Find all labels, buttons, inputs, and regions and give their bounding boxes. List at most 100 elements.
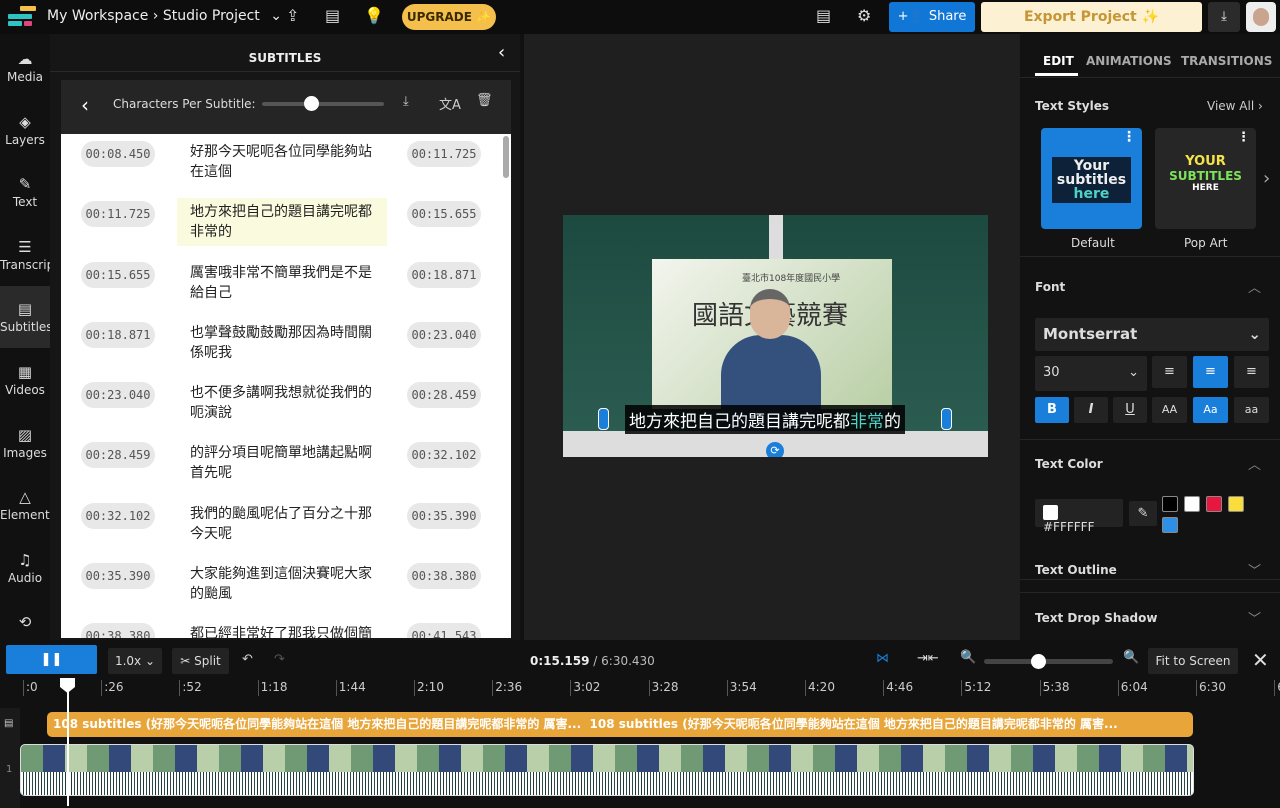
chevron-right-icon[interactable]: › <box>1263 168 1270 189</box>
sidebar-item-transcript[interactable]: ☰ Transcript <box>0 224 59 286</box>
undo-icon[interactable]: ↶ <box>242 652 253 667</box>
uppercase-button[interactable]: AA <box>1152 397 1187 423</box>
font-size-select[interactable]: 30 ⌄ <box>1035 356 1147 391</box>
avatar[interactable] <box>1246 2 1276 32</box>
chevron-down-icon[interactable]: ﹀ <box>1248 560 1261 579</box>
gear-icon[interactable]: ⚙ <box>857 6 871 25</box>
start-time[interactable]: 00:11.725 <box>81 201 155 228</box>
more-icon[interactable]: ⋮ <box>1122 130 1136 144</box>
sidebar-item-subtitles[interactable]: ▤ Subtitles <box>0 286 53 349</box>
align-right-button[interactable]: ≡ <box>1234 356 1269 388</box>
titlecase-button[interactable]: Aa <box>1193 397 1228 423</box>
underline-button[interactable]: U <box>1113 397 1147 423</box>
video-track-clip[interactable] <box>20 744 1194 796</box>
end-time[interactable]: 00:41.543 <box>407 623 481 638</box>
subtitle-text[interactable]: 好那今天呢呃各位同學能夠站在這個 <box>177 138 387 186</box>
chevron-down-icon[interactable]: ⌄ <box>270 8 282 24</box>
zoom-slider[interactable] <box>984 654 1113 669</box>
subtitle-row[interactable]: 00:15.655 厲害哦非常不簡單我們是不是給自己 00:18.871 <box>61 255 511 315</box>
text-shadow-heading[interactable]: Text Drop Shadow <box>1035 611 1157 625</box>
color-swatch[interactable] <box>1228 496 1244 512</box>
back-icon[interactable]: ‹ <box>81 93 89 117</box>
end-time[interactable]: 00:28.459 <box>407 382 481 409</box>
close-icon[interactable]: ✕ <box>1252 648 1269 672</box>
upload-icon[interactable]: ⇪ <box>286 6 299 25</box>
subtitle-text[interactable]: 也不便多講啊我想就從我們的呃演說 <box>177 379 387 427</box>
start-time[interactable]: 00:23.040 <box>81 382 155 409</box>
share-button[interactable]: +👤 Share <box>889 2 975 32</box>
start-time[interactable]: 00:38.380 <box>81 623 155 638</box>
speed-select[interactable]: 1.0x ⌄ <box>108 648 162 674</box>
slider-knob[interactable] <box>303 96 319 111</box>
redo-icon[interactable]: ↷ <box>274 652 285 667</box>
split-button[interactable]: ✂ Split <box>172 648 229 674</box>
zoom-in-icon[interactable]: 🔍 <box>1123 650 1139 665</box>
end-time[interactable]: 00:15.655 <box>407 201 481 228</box>
style-pop-art[interactable]: YOUR SUBTITLES HERE ⋮ <box>1155 128 1256 229</box>
sidebar-item-text[interactable]: ✎ Text <box>0 161 50 223</box>
subtitle-row[interactable]: 00:08.450 好那今天呢呃各位同學能夠站在這個 00:11.725 <box>61 134 511 194</box>
end-time[interactable]: 00:38.380 <box>407 563 481 590</box>
scrollbar[interactable] <box>503 136 509 178</box>
color-input[interactable]: #FFFFFF <box>1035 499 1123 534</box>
subtitle-text[interactable]: 也掌聲鼓勵鼓勵那因為時間關係呢我 <box>177 319 387 367</box>
comment-icon[interactable]: ▤ <box>816 6 831 25</box>
zoom-out-icon[interactable]: 🔍 <box>960 650 976 665</box>
tab-animations[interactable]: ANIMATIONS <box>1086 54 1172 68</box>
workspace-link[interactable]: My Workspace <box>47 8 148 24</box>
align-left-button[interactable]: ≡ <box>1152 356 1187 388</box>
color-swatch[interactable] <box>1206 496 1222 512</box>
start-time[interactable]: 00:18.871 <box>81 321 155 348</box>
chars-slider[interactable] <box>262 96 384 111</box>
subtitle-text[interactable]: 都已經非常好了那我只做個簡 <box>177 620 387 638</box>
end-time[interactable]: 00:35.390 <box>407 502 481 529</box>
chevron-down-icon[interactable]: ﹀ <box>1248 608 1261 627</box>
snap-icon[interactable]: ⋈ <box>876 651 889 666</box>
subtitle-row[interactable]: 00:28.459 的評分項目呢簡單地講起點啊首先呢 00:32.102 <box>61 435 511 495</box>
download-icon[interactable]: ⤓ <box>1208 2 1240 32</box>
playhead[interactable] <box>67 678 69 806</box>
view-all-link[interactable]: View All › <box>1207 99 1263 113</box>
sidebar-item-images[interactable]: ▨ Images <box>0 412 50 474</box>
text-outline-heading[interactable]: Text Outline <box>1035 563 1117 577</box>
color-swatch[interactable] <box>1162 496 1178 512</box>
color-swatch[interactable] <box>1162 517 1178 533</box>
resize-handle-left[interactable] <box>598 408 609 430</box>
rotate-icon[interactable]: ⟳ <box>766 442 784 457</box>
subtitle-row[interactable]: 00:11.725 地方來把自己的題目講完呢都非常的 00:15.655 <box>61 194 511 254</box>
sidebar-item-audio[interactable]: ♫ Audio <box>0 537 50 599</box>
eyedropper-icon[interactable]: ✎ <box>1129 501 1157 526</box>
sidebar-item-layers[interactable]: ◈ Layers <box>0 99 50 161</box>
start-time[interactable]: 00:15.655 <box>81 261 155 288</box>
project-name[interactable]: Studio Project <box>163 8 260 24</box>
logo[interactable] <box>8 6 38 28</box>
subtitle-row[interactable]: 00:23.040 也不便多講啊我想就從我們的呃演說 00:28.459 <box>61 375 511 435</box>
sidebar-item-videos[interactable]: ▦ Videos <box>0 349 50 411</box>
export-button[interactable]: Export Project ✨ <box>981 2 1202 32</box>
pause-button[interactable]: ❚❚ <box>6 645 97 674</box>
end-time[interactable]: 00:11.725 <box>407 141 481 167</box>
lowercase-button[interactable]: aa <box>1234 397 1269 423</box>
subtitle-caption[interactable]: 地方來把自己的題目講完呢都非常的 <box>625 405 905 434</box>
translate-icon[interactable]: 文A <box>439 94 461 113</box>
start-time[interactable]: 00:08.450 <box>81 141 155 167</box>
chevron-up-icon[interactable]: ︿ <box>1248 454 1261 473</box>
download-icon[interactable]: ⤓ <box>403 94 409 109</box>
subtitle-track-clip[interactable]: 108 subtitles (好那今天呢呃各位同學能夠站在這個 地方來把自己的題… <box>47 712 1193 737</box>
video-frame[interactable]: 臺北市108年度國民小學 國語文藝競賽 地方來把自己的題目講完呢都非常的 ⟳ <box>563 215 988 457</box>
chevron-up-icon[interactable]: ︿ <box>1248 277 1261 296</box>
captions-icon[interactable]: ▤ <box>325 6 340 25</box>
sidebar-item-elements[interactable]: △ Elements <box>0 474 56 536</box>
start-time[interactable]: 00:32.102 <box>81 502 155 529</box>
trash-icon[interactable]: 🗑 <box>476 93 493 108</box>
align-center-button[interactable]: ≡ <box>1193 356 1228 388</box>
color-swatch[interactable] <box>1184 496 1200 512</box>
subtitle-text[interactable]: 地方來把自己的題目講完呢都非常的 <box>177 198 387 247</box>
subtitle-text[interactable]: 厲害哦非常不簡單我們是不是給自己 <box>177 259 387 307</box>
subtitle-row[interactable]: 00:38.380 都已經非常好了那我只做個簡 00:41.543 <box>61 616 511 638</box>
lightbulb-icon[interactable]: 💡 <box>364 6 384 25</box>
collapse-panel-icon[interactable]: ‹ <box>498 42 505 63</box>
subtitle-text[interactable]: 的評分項目呢簡單地講起點啊首先呢 <box>177 439 387 487</box>
sidebar-item-media[interactable]: ☁ Media <box>0 36 50 98</box>
breadcrumb[interactable]: My Workspace › Studio Project ⌄ <box>47 8 282 24</box>
